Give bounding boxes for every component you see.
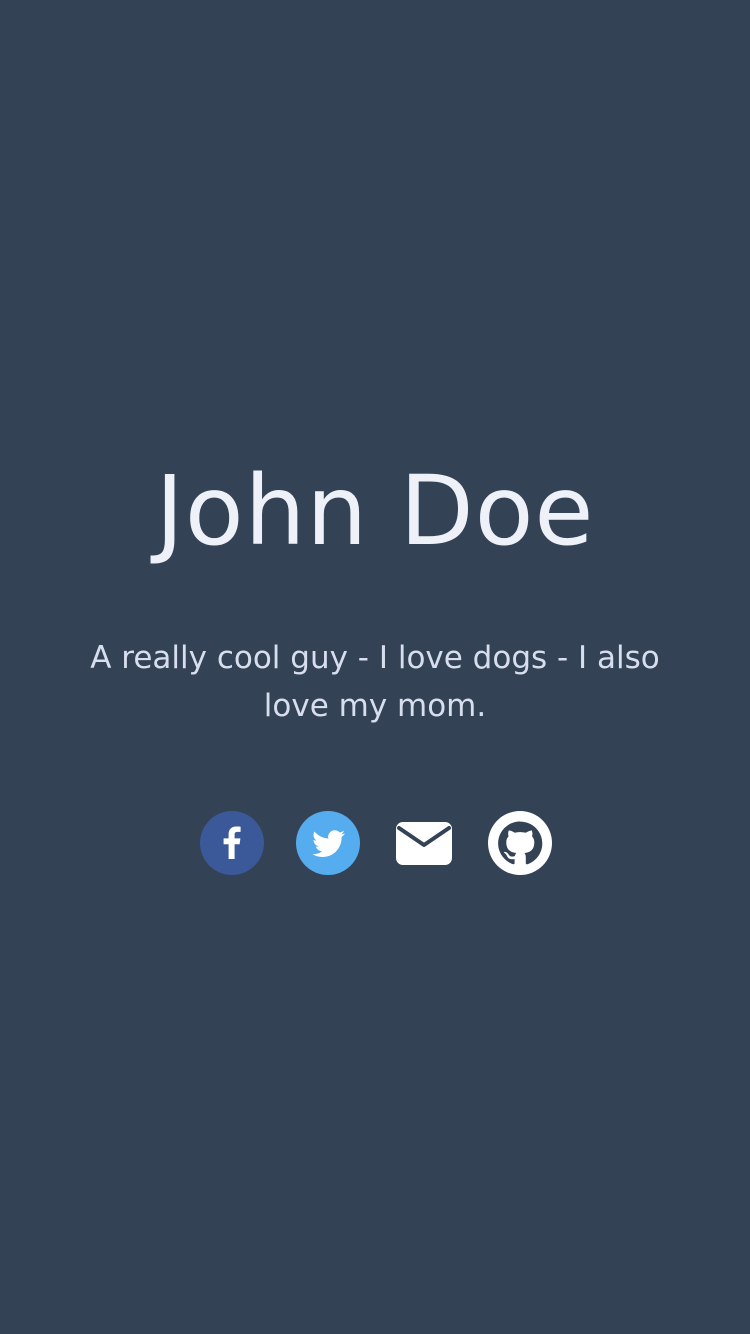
profile-name: John Doe <box>155 455 595 567</box>
github-link[interactable] <box>488 811 552 875</box>
email-link[interactable] <box>392 811 456 875</box>
facebook-icon <box>200 811 264 875</box>
facebook-link[interactable] <box>200 811 264 875</box>
twitter-link[interactable] <box>296 811 360 875</box>
profile-page: John Doe A really cool guy - I love dogs… <box>0 0 750 1334</box>
envelope-icon <box>396 822 452 865</box>
social-links <box>0 811 750 875</box>
profile-tagline: A really cool guy - I love dogs - I also… <box>90 640 660 724</box>
github-icon <box>488 811 552 875</box>
twitter-icon <box>296 811 360 875</box>
